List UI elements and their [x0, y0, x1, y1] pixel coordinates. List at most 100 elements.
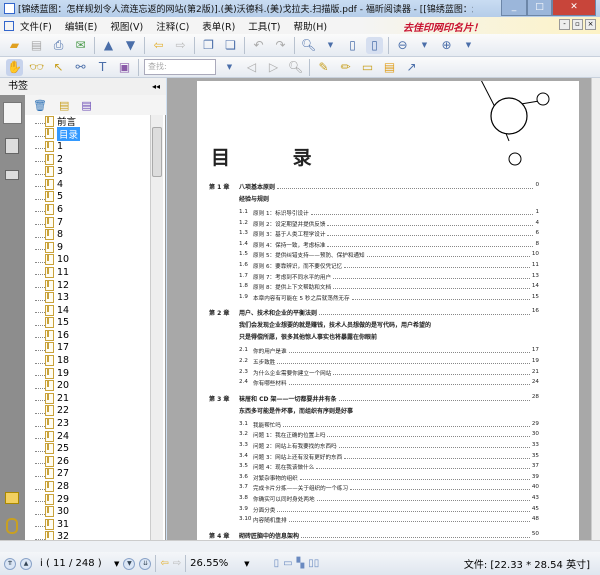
delete-bookmark-icon[interactable]: 🗑︎ — [33, 99, 47, 112]
bookmark-item[interactable]: 22 — [30, 405, 148, 418]
find-next-icon[interactable]: ▷ — [265, 59, 282, 76]
toc-entry[interactable]: 第 3 章 袜屉和 CD 架——一切都要井井有条 28 — [209, 394, 539, 403]
undo-icon[interactable]: ↶ — [250, 37, 267, 54]
email-icon[interactable]: ✉ — [72, 37, 89, 54]
bookmark-item[interactable]: 3 — [30, 165, 148, 178]
toc-entry[interactable]: 1.7 原则 7：考虑到不同水平的用户 13 — [239, 273, 539, 281]
toc-entry[interactable]: 1.1 原则 1：标识导引设计 1 — [239, 209, 539, 217]
mdi-minimize[interactable]: - — [559, 19, 570, 30]
bookmark-item[interactable]: 27 — [30, 468, 148, 481]
bookmark-item[interactable]: 21 — [30, 392, 148, 405]
chevron-down-icon[interactable]: ▼ — [244, 560, 249, 568]
toc-entry[interactable]: 1.4 原则 4：保持一致，考虑标准 8 — [239, 241, 539, 249]
menu-item[interactable]: 视图(V) — [110, 19, 143, 33]
bookmark-item[interactable]: 14 — [30, 304, 148, 317]
search-icon[interactable]: 🔍︎ — [287, 59, 304, 76]
bookmark-item[interactable]: 10 — [30, 254, 148, 267]
bookmark-item[interactable]: 1 — [30, 140, 148, 153]
menu-item[interactable]: 注释(C) — [156, 19, 189, 33]
ad-banner[interactable]: 去佳印网印名片！ — [403, 19, 483, 34]
toc-entry[interactable]: 3.4 问题 3：网站上还有没有更好的东西 35 — [239, 453, 539, 461]
toc-entry[interactable]: 2.4 你有哪些材料 24 — [239, 379, 539, 387]
attach-icon[interactable]: ✎ — [315, 59, 332, 76]
toc-entry[interactable]: 1.6 原则 6：要靠辨识，而不要仅凭记忆 11 — [239, 262, 539, 270]
fit-width-icon[interactable]: ▯ — [366, 36, 383, 54]
bookmark-item[interactable]: 24 — [30, 430, 148, 443]
zoom-in-tool-icon[interactable]: 🔍︎ — [300, 37, 317, 54]
find-input[interactable]: 查找: — [144, 59, 216, 75]
prev-page-button[interactable]: ▲ — [20, 557, 32, 570]
toc-entry[interactable]: 3.7 完成卡片分拣——关于组织的一个练习 40 — [239, 484, 539, 492]
toc-entry[interactable]: 第 4 章 砌砖匠脑中的信息架构 50 — [209, 531, 539, 540]
bookmark-item[interactable]: 29 — [30, 493, 148, 506]
redo-icon[interactable]: ↷ — [272, 37, 289, 54]
bookmark-item[interactable]: 目录 — [30, 126, 148, 141]
next-page-icon[interactable]: ▼ — [122, 37, 139, 54]
bookmark-item[interactable]: 6 — [30, 203, 148, 216]
facing-icon[interactable]: ▚ — [297, 558, 305, 569]
bookmark-scrollbar[interactable] — [150, 115, 163, 540]
bookmark-item[interactable]: 23 — [30, 417, 148, 430]
toc-entry[interactable]: 1.3 原则 3：基于人类工程学设计 6 — [239, 230, 539, 238]
bookmark-item[interactable]: 11 — [30, 266, 148, 279]
toc-entry[interactable]: 1.2 原则 2：设定期望并提供反馈 4 — [239, 220, 539, 228]
chevron-down-icon[interactable]: ▼ — [114, 560, 119, 568]
add-bookmark-icon[interactable]: ▤ — [59, 99, 69, 112]
save-icon[interactable]: ▤ — [28, 37, 45, 54]
menu-item[interactable]: 文件(F) — [20, 19, 52, 33]
toc-entry[interactable]: 只是得偿所愿，很多其他惊人事实也将暴露在你眼前 — [239, 332, 377, 341]
zoom-level[interactable]: 26.55% — [190, 558, 240, 569]
fit-page-icon[interactable]: ▯ — [344, 37, 361, 54]
hand-tool-icon[interactable]: ✋ — [6, 58, 23, 76]
mdi-close[interactable]: × — [585, 19, 596, 30]
bookmark-goto-icon[interactable]: ▤ — [81, 99, 91, 112]
print-icon[interactable]: ⎙ — [50, 37, 67, 54]
back-icon[interactable]: ⇦ — [150, 37, 167, 54]
bookmark-item[interactable]: 16 — [30, 329, 148, 342]
bookmark-item[interactable]: 8 — [30, 228, 148, 241]
toc-entry[interactable]: 经验与规则 — [239, 194, 269, 203]
bookmark-item[interactable]: 20 — [30, 379, 148, 392]
toc-entry[interactable]: 3.6 对繁杂事物的组织 39 — [239, 474, 539, 482]
toc-entry[interactable]: 3.10 内容随机重排 48 — [239, 516, 539, 524]
arrow-tool-icon[interactable]: ↗ — [403, 59, 420, 76]
toc-entry[interactable]: 3.2 问题 1：我在正确的位置上吗 30 — [239, 431, 539, 439]
toc-entry[interactable]: 3.3 问题 2：网站上有我要找的东西吗 33 — [239, 442, 539, 450]
extract-page-icon[interactable]: ❐ — [200, 37, 217, 54]
zoom-out-icon[interactable]: ⊖ — [394, 37, 411, 54]
single-page-icon[interactable]: ▯ — [274, 558, 280, 569]
chevron-down-icon[interactable]: ▼ — [322, 37, 339, 54]
bookmark-item[interactable]: 前言 — [30, 115, 148, 128]
note-pencil-icon[interactable]: ✏ — [337, 59, 354, 76]
bookmark-item[interactable]: 31 — [30, 518, 148, 531]
toc-entry[interactable]: 第 1 章 八项基本原则 0 — [209, 182, 539, 191]
maximize-button[interactable]: □ — [527, 0, 552, 16]
continuous-facing-icon[interactable]: ▯▯ — [308, 558, 319, 569]
pages-tab-icon[interactable] — [5, 138, 19, 154]
forward-icon[interactable]: ⇨ — [172, 37, 189, 54]
horizontal-scrollbar[interactable] — [0, 540, 600, 552]
bookmark-item[interactable]: 5 — [30, 191, 148, 204]
bookmark-item[interactable]: 4 — [30, 178, 148, 191]
menu-item[interactable]: 帮助(H) — [294, 19, 328, 33]
toc-entry[interactable]: 第 2 章 用户、技术和企业的平衡法则 16 — [209, 308, 539, 317]
chevron-down-icon[interactable]: ▼ — [221, 59, 238, 76]
toc-entry[interactable]: 我们会发现企业想要的就是赚钱，技术人员想做的是写代码，用户希望的 — [239, 320, 431, 329]
toc-entry[interactable]: 1.8 原则 8：提供上下文帮助和文档 14 — [239, 283, 539, 291]
attachments-tab-icon[interactable] — [6, 518, 18, 534]
toc-entry[interactable]: 1.9 本章内容有可能在 5 秒之后就荡然无存 15 — [239, 294, 539, 302]
toc-entry[interactable]: 3.1 我能帮忙吗 29 — [239, 421, 539, 429]
bookmark-item[interactable]: 13 — [30, 291, 148, 304]
toc-entry[interactable]: 3.9 分面分类 45 — [239, 506, 539, 514]
continuous-icon[interactable]: ▭ — [283, 558, 292, 569]
toc-entry[interactable]: 东西多可能是件坏事，而组织有序则是好事 — [239, 406, 353, 415]
page-indicator[interactable]: i ( 11 / 248 ) — [40, 558, 110, 569]
textbox-icon[interactable]: ▭ — [359, 59, 376, 76]
toc-entry[interactable]: 3.5 问题 4：现在我该做什么 37 — [239, 463, 539, 471]
bookmark-item[interactable]: 25 — [30, 442, 148, 455]
prev-page-icon[interactable]: ▲ — [100, 37, 117, 54]
forward-icon[interactable]: ⇨ — [173, 558, 181, 569]
bookmark-item[interactable]: 12 — [30, 279, 148, 292]
menu-item[interactable]: 表单(R) — [202, 19, 235, 33]
open-icon[interactable]: ▰ — [6, 37, 23, 54]
